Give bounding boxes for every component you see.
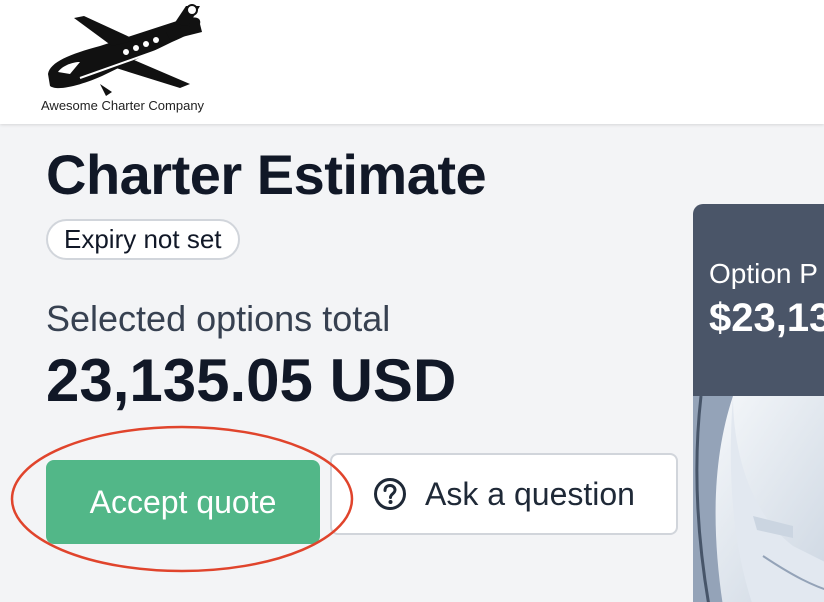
option-card-label: Option P (709, 258, 818, 289)
option-card-header: Option P $23,13 (693, 204, 824, 396)
site-header: Awesome Charter Company (0, 0, 824, 124)
expiry-badge: Expiry not set (46, 219, 240, 260)
aircraft-interior-image (693, 395, 824, 602)
ask-question-button[interactable]: Ask a question (330, 453, 678, 535)
option-card[interactable]: Option P $23,13 (693, 204, 824, 602)
selected-options-total-value: 23,135.05 USD (46, 347, 457, 414)
option-card-price: $23,13 (709, 296, 824, 340)
company-name: Awesome Charter Company (41, 98, 205, 113)
ask-question-label: Ask a question (425, 475, 635, 512)
accept-quote-button[interactable]: Accept quote (46, 460, 320, 544)
company-logo[interactable]: Awesome Charter Company (40, 2, 220, 118)
accept-quote-label: Accept quote (89, 483, 277, 520)
airplane-icon (48, 4, 202, 96)
selected-options-total-label: Selected options total (46, 298, 391, 339)
question-circle-icon (374, 478, 407, 510)
page-title: Charter Estimate (46, 143, 487, 206)
